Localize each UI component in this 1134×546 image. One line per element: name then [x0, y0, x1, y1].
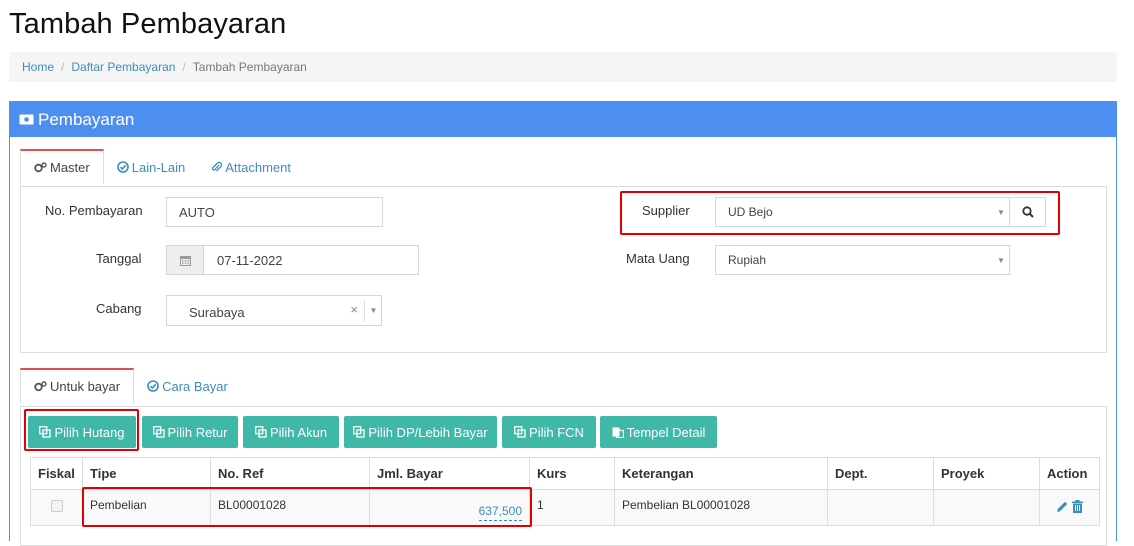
row-highlight [82, 487, 532, 527]
cogs-icon [34, 381, 47, 392]
col-action: Action [1039, 457, 1100, 490]
tanggal-input[interactable]: 07-11-2022 [203, 245, 419, 275]
check-circle-icon [147, 380, 159, 392]
breadcrumb-daftar-pembayaran[interactable]: Daftar Pembayaran [71, 60, 175, 74]
pilih-hutang-highlight [24, 409, 139, 451]
pembayaran-panel: Pembayaran Master Lain-Lain Attachment N… [9, 101, 1117, 546]
copy-icon [255, 426, 267, 438]
tab-master[interactable]: Master [20, 149, 104, 185]
cabang-select[interactable]: Surabaya × ▼ [166, 295, 382, 326]
pilih-fcn-button[interactable]: Pilih FCN [502, 416, 596, 448]
kurs-cell: 1 [529, 489, 615, 526]
breadcrumb-current: Tambah Pembayaran [192, 60, 307, 74]
cabang-label: Cabang [96, 301, 142, 316]
col-kurs: Kurs [529, 457, 615, 490]
col-tipe: Tipe [82, 457, 211, 490]
tab-lain-lain[interactable]: Lain-Lain [104, 149, 199, 185]
no-pembayaran-input[interactable]: AUTO [166, 197, 383, 227]
table-header-row: Fiskal Tipe No. Ref Jml. Bayar Kurs Kete… [30, 457, 1100, 490]
col-dept: Dept. [827, 457, 934, 490]
edit-icon[interactable] [1056, 500, 1069, 513]
paste-icon [612, 426, 624, 438]
col-jml-bayar: Jml. Bayar [369, 457, 530, 490]
mata-uang-label: Mata Uang [626, 251, 690, 266]
master-tabs: Master Lain-Lain Attachment [20, 149, 304, 185]
panel-header: Pembayaran [10, 102, 1116, 137]
tempel-detail-button[interactable]: Tempel Detail [600, 416, 717, 448]
copy-icon [353, 426, 366, 438]
col-proyek: Proyek [933, 457, 1040, 490]
pilih-dp-lebih-bayar-button[interactable]: Pilih DP/Lebih Bayar [344, 416, 497, 448]
pilih-akun-button[interactable]: Pilih Akun [243, 416, 339, 448]
paperclip-icon [211, 161, 223, 173]
col-fiskal: Fiskal [30, 457, 83, 490]
proyek-cell [933, 489, 1040, 526]
col-keterangan: Keterangan [614, 457, 828, 490]
page-title: Tambah Pembayaran [9, 8, 287, 40]
chevron-down-icon: ▼ [997, 255, 1005, 265]
fiskal-cell [30, 489, 83, 526]
detail-tabs: Untuk bayar Cara Bayar [20, 368, 241, 404]
action-cell [1039, 489, 1100, 526]
tab-cara-bayar[interactable]: Cara Bayar [134, 368, 241, 404]
trash-icon[interactable] [1072, 499, 1084, 513]
calendar-icon [179, 255, 191, 266]
chevron-down-icon: ▼ [369, 306, 378, 315]
breadcrumb-home[interactable]: Home [22, 60, 54, 74]
panel-title: Pembayaran [38, 109, 135, 129]
tab-untuk-bayar[interactable]: Untuk bayar [20, 368, 135, 404]
tanggal-label: Tanggal [96, 251, 142, 266]
supplier-highlight [620, 191, 1060, 235]
col-no-ref: No. Ref [210, 457, 370, 490]
keterangan-cell: Pembelian BL00001028 [614, 489, 828, 526]
cogs-icon [34, 162, 47, 173]
pilih-retur-button[interactable]: Pilih Retur [142, 416, 238, 448]
calendar-addon[interactable] [166, 245, 204, 275]
dept-cell [827, 489, 934, 526]
copy-icon [152, 426, 165, 438]
copy-icon [514, 426, 526, 438]
money-icon [19, 114, 34, 125]
fiskal-checkbox[interactable] [50, 500, 63, 512]
breadcrumb: Home / Daftar Pembayaran / Tambah Pembayaran [9, 52, 1117, 82]
no-pembayaran-label: No. Pembayaran [45, 203, 143, 218]
check-circle-icon [116, 161, 129, 173]
clear-icon[interactable]: × [350, 302, 358, 317]
tab-attachment[interactable]: Attachment [198, 149, 304, 185]
mata-uang-select[interactable]: Rupiah ▼ [715, 245, 1010, 275]
